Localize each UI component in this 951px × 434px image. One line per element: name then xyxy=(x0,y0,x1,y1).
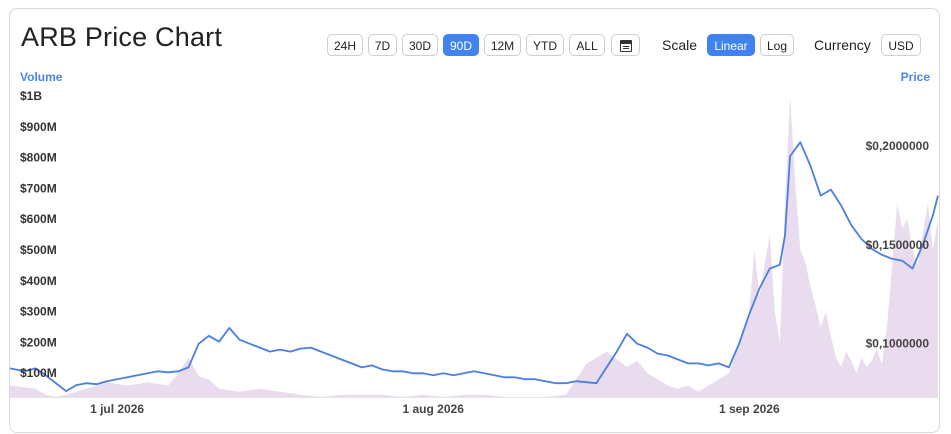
volume-tick-label: $500M xyxy=(20,243,57,257)
price-tick-label: $0,1000000 xyxy=(866,337,930,351)
volume-tick-label: $100M xyxy=(20,366,57,380)
volume-tick-label: $1B xyxy=(20,89,42,103)
price-tick-label: $0,2000000 xyxy=(866,139,930,153)
x-tick-label: 1 jul 2026 xyxy=(90,402,144,416)
x-tick-label: 1 aug 2026 xyxy=(403,402,465,416)
price-tick-label: $0,1500000 xyxy=(866,238,930,252)
price-chart: $100M $200M $300M $400M $500M $600M $700M $800M… xyxy=(9,89,939,416)
volume-tick-label: $400M xyxy=(20,274,57,288)
volume-tick-label: $900M xyxy=(20,120,57,134)
volume-tick-label: $300M xyxy=(20,305,57,319)
volume-tick-label: $700M xyxy=(20,181,57,195)
volume-area xyxy=(10,96,938,397)
volume-tick-label: $600M xyxy=(20,212,57,226)
volume-tick-label: $200M xyxy=(20,335,57,349)
x-tick-label: 1 sep 2026 xyxy=(719,402,780,416)
volume-tick-label: $800M xyxy=(20,151,57,165)
